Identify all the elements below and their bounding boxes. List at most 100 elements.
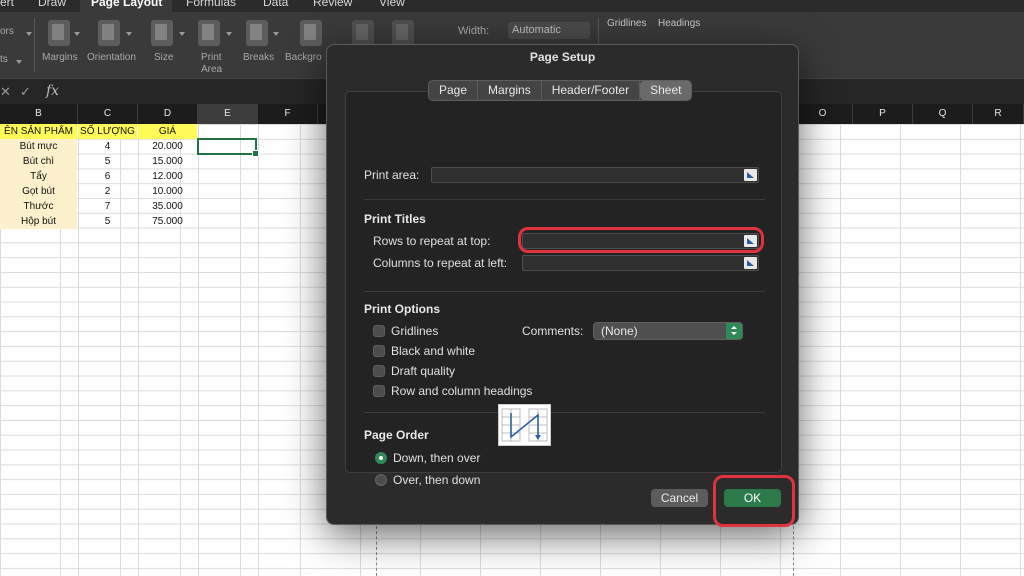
table-cell[interactable]: 10.000 bbox=[138, 184, 197, 199]
collapse-dialog-icon[interactable] bbox=[744, 257, 757, 269]
rows-to-repeat-label: Rows to repeat at top: bbox=[373, 234, 491, 248]
chevron-down-icon[interactable] bbox=[26, 32, 32, 36]
columns-to-repeat-label: Columns to repeat at left: bbox=[373, 256, 508, 270]
draft-quality-label: Draft quality bbox=[391, 364, 456, 378]
table-cell[interactable]: 6 bbox=[78, 169, 137, 184]
black-and-white-checkbox[interactable] bbox=[373, 345, 385, 357]
gridlines-group-label: Gridlines bbox=[607, 18, 647, 29]
column-header-e[interactable]: E bbox=[198, 104, 258, 124]
black-and-white-label: Black and white bbox=[391, 344, 476, 358]
column-header-c[interactable]: C bbox=[78, 104, 138, 124]
page-setup-dialog: Page Setup Print area: Print Titles Rows… bbox=[326, 44, 799, 527]
chevron-down-icon[interactable] bbox=[126, 32, 132, 36]
over-then-down-radio[interactable] bbox=[375, 474, 387, 486]
background-image-icon bbox=[300, 20, 322, 46]
print-options-heading: Print Options bbox=[364, 302, 440, 316]
table-cell[interactable]: 7 bbox=[78, 199, 137, 214]
table-cell[interactable]: 20.000 bbox=[138, 139, 197, 154]
width-select[interactable]: Automatic bbox=[508, 22, 590, 39]
tab-page[interactable]: Page bbox=[429, 81, 479, 100]
column-header-b[interactable]: B bbox=[0, 104, 78, 124]
comments-select[interactable]: (None) bbox=[593, 322, 743, 340]
table-cell[interactable]: Gọt bút bbox=[0, 184, 77, 199]
width-select-value: Automatic bbox=[512, 24, 561, 36]
table-cell[interactable]: 75.000 bbox=[138, 214, 197, 229]
table-header-cell[interactable]: ÊN SẢN PHẨM bbox=[0, 124, 77, 139]
page-breaks-icon bbox=[246, 20, 268, 46]
print-area-field[interactable] bbox=[431, 167, 759, 183]
table-cell[interactable]: Bút chì bbox=[0, 154, 77, 169]
table-cell[interactable]: 35.000 bbox=[138, 199, 197, 214]
page-break-line bbox=[376, 526, 377, 576]
over-then-down-label: Over, then down bbox=[393, 473, 481, 487]
dialog-tab-bar: Page Margins Header/Footer Sheet bbox=[428, 80, 693, 101]
column-header-f[interactable]: F bbox=[258, 104, 318, 124]
print-area-icon bbox=[198, 20, 220, 46]
chevron-down-icon[interactable] bbox=[226, 32, 232, 36]
column-header-o[interactable]: O bbox=[793, 104, 853, 124]
table-cell[interactable]: 15.000 bbox=[138, 154, 197, 169]
collapse-dialog-icon[interactable] bbox=[744, 169, 757, 181]
tab-page-layout[interactable]: Page Layout bbox=[91, 0, 162, 9]
table-cell[interactable]: Thước bbox=[0, 199, 77, 214]
grid-line bbox=[198, 124, 199, 576]
chevron-down-icon[interactable] bbox=[273, 32, 279, 36]
fonts-clipped-label[interactable]: ts bbox=[0, 54, 8, 65]
background-label: Backgro bbox=[285, 52, 322, 63]
down-then-over-radio[interactable] bbox=[375, 452, 387, 464]
table-cell[interactable]: 4 bbox=[78, 139, 137, 154]
row-column-headings-label: Row and column headings bbox=[391, 384, 533, 398]
page-order-heading: Page Order bbox=[364, 428, 429, 442]
print-titles-icon[interactable] bbox=[352, 20, 374, 46]
chevron-down-icon[interactable] bbox=[16, 60, 22, 64]
gridlines-checkbox[interactable] bbox=[373, 325, 385, 337]
column-header-q[interactable]: Q bbox=[913, 104, 973, 124]
active-cell-selection[interactable] bbox=[197, 138, 259, 157]
table-header-cell[interactable]: GIÁ bbox=[138, 124, 197, 139]
print-area-label: Print area: bbox=[364, 168, 420, 182]
insert-function-icon[interactable]: fx bbox=[46, 83, 59, 99]
column-header-p[interactable]: P bbox=[853, 104, 913, 124]
orientation-icon bbox=[98, 20, 120, 46]
table-cell[interactable]: Tẩy bbox=[0, 169, 77, 184]
columns-to-repeat-field[interactable] bbox=[522, 255, 759, 271]
table-header-cell[interactable]: SỐ LƯỢNG bbox=[78, 124, 137, 139]
grid-line bbox=[258, 124, 259, 576]
table-cell[interactable]: Bút mực bbox=[0, 139, 77, 154]
section-divider bbox=[364, 199, 765, 200]
margins-label: Margins bbox=[42, 52, 78, 63]
table-cell[interactable]: Hộp bút bbox=[0, 214, 77, 229]
page-order-preview-icon bbox=[498, 404, 551, 446]
draft-quality-checkbox[interactable] bbox=[373, 365, 385, 377]
chevron-updown-icon bbox=[726, 323, 742, 339]
tab-header-footer[interactable]: Header/Footer bbox=[542, 81, 641, 100]
scale-icon[interactable] bbox=[392, 20, 414, 46]
ribbon-separator bbox=[34, 18, 35, 72]
cancel-icon[interactable]: ✕ bbox=[0, 84, 11, 100]
tab-view[interactable]: View bbox=[379, 0, 405, 9]
table-cell[interactable]: 2 bbox=[78, 184, 137, 199]
themes-clipped-label[interactable]: ors bbox=[0, 26, 14, 37]
row-column-headings-checkbox[interactable] bbox=[373, 385, 385, 397]
tab-margins[interactable]: Margins bbox=[478, 81, 542, 100]
tab-review[interactable]: Review bbox=[313, 0, 352, 9]
tab-sheet[interactable]: Sheet bbox=[640, 81, 692, 100]
tab-formulas[interactable]: Formulas bbox=[186, 0, 236, 9]
tab-data[interactable]: Data bbox=[263, 0, 288, 9]
table-cell[interactable]: 5 bbox=[78, 154, 137, 169]
table-cell[interactable]: 5 bbox=[78, 214, 137, 229]
cancel-button[interactable]: Cancel bbox=[651, 489, 708, 507]
comments-select-value: (None) bbox=[601, 324, 638, 338]
column-header-d[interactable]: D bbox=[138, 104, 198, 124]
tab-draw[interactable]: Draw bbox=[38, 0, 66, 9]
chevron-down-icon[interactable] bbox=[74, 32, 80, 36]
table-cell[interactable]: 12.000 bbox=[138, 169, 197, 184]
chevron-down-icon[interactable] bbox=[179, 32, 185, 36]
ok-button-highlight bbox=[713, 475, 795, 527]
tab-insert[interactable]: ert bbox=[0, 0, 14, 9]
page-break-line bbox=[793, 526, 794, 576]
margins-icon bbox=[48, 20, 70, 46]
confirm-icon[interactable]: ✓ bbox=[20, 84, 31, 100]
column-header-r[interactable]: R bbox=[973, 104, 1024, 124]
section-divider bbox=[364, 291, 765, 292]
